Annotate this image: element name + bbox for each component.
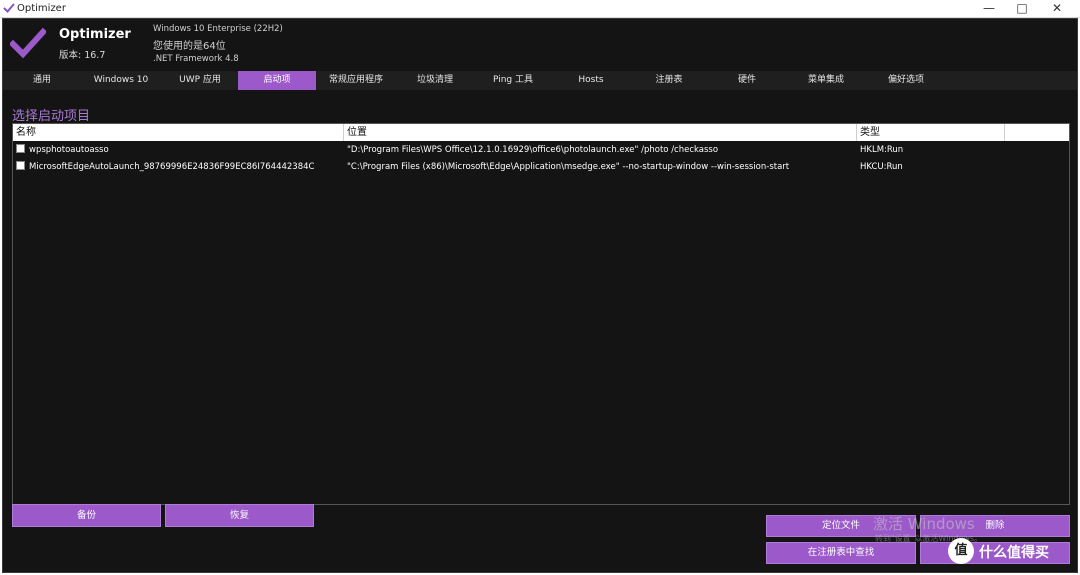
tab-common-apps[interactable]: 常规应用程序 (316, 71, 396, 90)
site-name: 什么值得买 (979, 545, 1049, 561)
tab-uwp-apps[interactable]: UWP 应用 (161, 71, 239, 90)
window-title: Optimizer (17, 3, 66, 14)
item-checkbox[interactable] (16, 161, 25, 170)
column-header-name[interactable]: 名称 (13, 124, 344, 141)
app-version: 版本: 16.7 (59, 50, 106, 61)
close-button[interactable]: ✕ (1040, 0, 1074, 18)
item-location: "C:\Program Files (x86)\Microsoft\Edge\A… (347, 162, 790, 172)
framework-info: .NET Framework 4.8 (153, 54, 239, 64)
find-in-registry-button[interactable]: 在注册表中查找 (766, 542, 916, 564)
item-type: HKLM:Run (860, 145, 904, 155)
check-icon (3, 3, 15, 13)
tab-registry[interactable]: 注册表 (630, 71, 708, 90)
maximize-button[interactable]: □ (1005, 0, 1039, 18)
section-title: 选择启动项目 (12, 109, 91, 124)
item-name: MicrosoftEdgeAutoLaunch_98769996E24836F9… (29, 162, 315, 172)
os-info: Windows 10 Enterprise (22H2) (153, 24, 283, 34)
app-header: Optimizer 版本: 16.7 Windows 10 Enterprise… (3, 19, 1077, 70)
activate-windows-watermark: 激活 Windows (873, 515, 975, 533)
item-checkbox[interactable] (16, 144, 25, 153)
tab-bar: 通用 Windows 10 UWP 应用 启动项 常规应用程序 垃圾清理 Pin… (3, 71, 1077, 90)
app-name: Optimizer (59, 27, 131, 42)
tab-preferences[interactable]: 偏好选项 (866, 71, 946, 90)
startup-list[interactable]: 名称 位置 类型 wpsphotoautoasso "D:\Program Fi… (12, 123, 1070, 505)
tab-hardware[interactable]: 硬件 (708, 71, 786, 90)
minimize-button[interactable]: — (972, 0, 1006, 18)
site-logo-icon: 值 (948, 538, 974, 564)
app-frame: Optimizer 版本: 16.7 Windows 10 Enterprise… (2, 18, 1078, 573)
list-header: 名称 位置 类型 (13, 124, 1069, 141)
item-type: HKCU:Run (860, 162, 903, 172)
tab-startup[interactable]: 启动项 (238, 71, 316, 90)
list-item[interactable]: MicrosoftEdgeAutoLaunch_98769996E24836F9… (13, 159, 1069, 175)
tab-cleaner[interactable]: 垃圾清理 (396, 71, 474, 90)
window-titlebar: Optimizer — □ ✕ (0, 0, 1080, 18)
tab-windows10[interactable]: Windows 10 (81, 71, 161, 90)
list-item[interactable]: wpsphotoautoasso "D:\Program Files\WPS O… (13, 142, 1069, 158)
tab-hosts[interactable]: Hosts (552, 71, 630, 90)
item-name: wpsphotoautoasso (29, 145, 109, 155)
item-location: "D:\Program Files\WPS Office\12.1.0.1692… (347, 145, 719, 155)
tab-general[interactable]: 通用 (3, 71, 81, 90)
restore-button[interactable]: 恢复 (165, 504, 314, 527)
tab-menu-integration[interactable]: 菜单集成 (786, 71, 866, 90)
checkmark-logo-icon (10, 27, 46, 59)
arch-info: 您使用的是64位 (153, 41, 226, 52)
site-watermark: 值 什么值得买 (948, 538, 1078, 568)
column-header-location[interactable]: 位置 (344, 124, 857, 141)
tab-ping-tool[interactable]: Ping 工具 (474, 71, 552, 90)
column-header-type[interactable]: 类型 (857, 124, 1005, 141)
backup-button[interactable]: 备份 (12, 504, 161, 527)
